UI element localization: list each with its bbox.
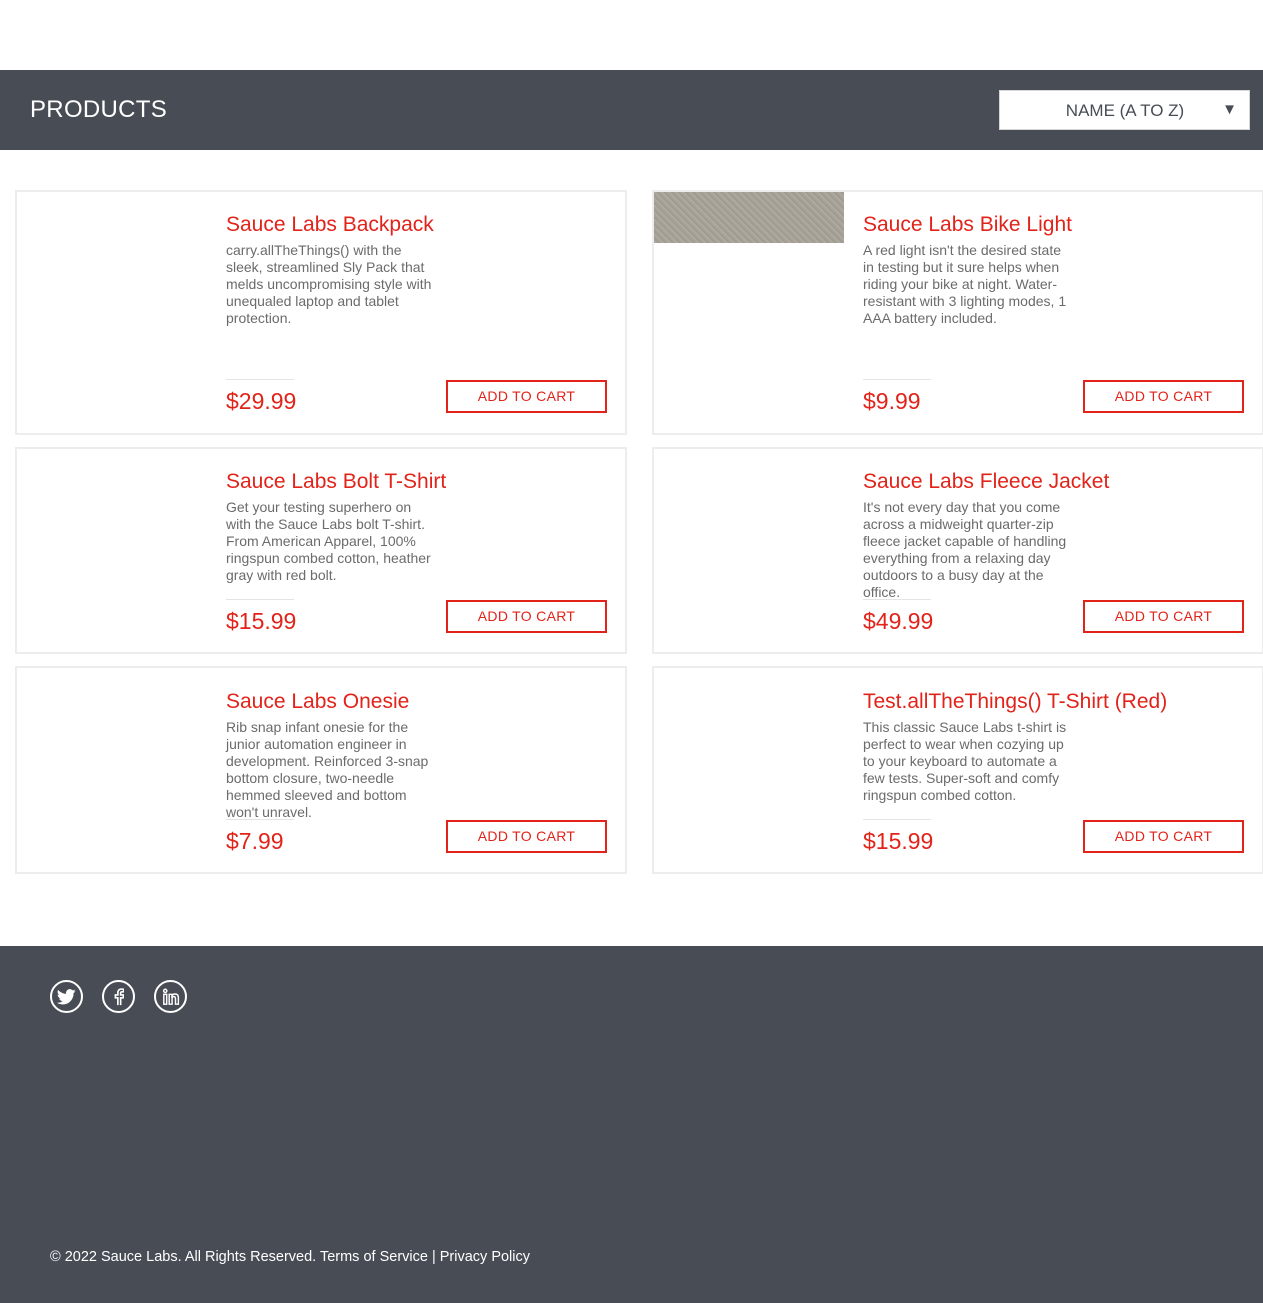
sort-dropdown[interactable]: NAME (A TO Z) ▼ (999, 90, 1250, 130)
product-description: Rib snap infant onesie for the junior au… (226, 719, 429, 820)
product-card: Test.allTheThings() T-Shirt (Red) This c… (652, 666, 1263, 874)
price-divider (226, 819, 294, 820)
product-price: $49.99 (863, 608, 934, 634)
linkedin-icon-glyph (162, 988, 179, 1005)
product-name-link[interactable]: Sauce Labs Bike Light (863, 213, 1072, 237)
sort-selected-label: NAME (A TO Z) (1065, 101, 1185, 120)
product-description: Get your testing superhero on with the S… (226, 499, 431, 583)
linkedin-icon[interactable] (154, 980, 187, 1013)
product-price: $29.99 (226, 388, 297, 414)
product-card: Sauce Labs Bike Light A red light isn't … (652, 190, 1263, 435)
caret-down-icon: ▼ (1222, 101, 1237, 118)
product-description: This classic Sauce Labs t-shirt is perfe… (863, 719, 1067, 803)
price-divider (863, 599, 931, 600)
footer-copyright: © 2022 Sauce Labs. All Rights Reserved. … (50, 1249, 531, 1265)
product-price: $15.99 (226, 608, 297, 634)
product-card: Sauce Labs Onesie Rib snap infant onesie… (15, 666, 627, 874)
add-to-cart-button[interactable]: ADD TO CART (446, 380, 607, 413)
products-header: PRODUCTS NAME (A TO Z) ▼ (0, 70, 1263, 150)
product-name-link[interactable]: Sauce Labs Onesie (226, 690, 409, 714)
product-image[interactable] (654, 192, 844, 243)
product-price: $7.99 (226, 828, 284, 854)
price-divider (863, 819, 931, 820)
product-description: carry.allTheThings() with the sleek, str… (226, 242, 432, 326)
product-card: Sauce Labs Fleece Jacket It's not every … (652, 447, 1263, 654)
top-spacer (0, 0, 1263, 70)
product-card: Sauce Labs Backpack carry.allTheThings()… (15, 190, 627, 435)
price-divider (226, 599, 294, 600)
price-divider (863, 379, 931, 380)
add-to-cart-button[interactable]: ADD TO CART (1083, 600, 1244, 633)
product-name-link[interactable]: Sauce Labs Backpack (226, 213, 434, 237)
twitter-icon[interactable] (50, 980, 83, 1013)
twitter-icon-glyph (57, 988, 76, 1004)
footer: © 2022 Sauce Labs. All Rights Reserved. … (0, 946, 1263, 1303)
product-name-link[interactable]: Sauce Labs Bolt T-Shirt (226, 470, 446, 494)
page-title: PRODUCTS (30, 96, 168, 123)
product-description: A red light isn't the desired state in t… (863, 242, 1067, 326)
add-to-cart-button[interactable]: ADD TO CART (1083, 380, 1244, 413)
facebook-icon-glyph (114, 987, 124, 1005)
add-to-cart-button[interactable]: ADD TO CART (446, 820, 607, 853)
price-divider (226, 379, 294, 380)
add-to-cart-button[interactable]: ADD TO CART (1083, 820, 1244, 853)
product-price: $9.99 (863, 388, 921, 414)
add-to-cart-button[interactable]: ADD TO CART (446, 600, 607, 633)
product-name-link[interactable]: Sauce Labs Fleece Jacket (863, 470, 1109, 494)
product-card: Sauce Labs Bolt T-Shirt Get your testing… (15, 447, 627, 654)
product-price: $15.99 (863, 828, 934, 854)
product-name-link[interactable]: Test.allTheThings() T-Shirt (Red) (863, 690, 1167, 714)
product-description: It's not every day that you come across … (863, 499, 1067, 600)
facebook-icon[interactable] (102, 980, 135, 1013)
